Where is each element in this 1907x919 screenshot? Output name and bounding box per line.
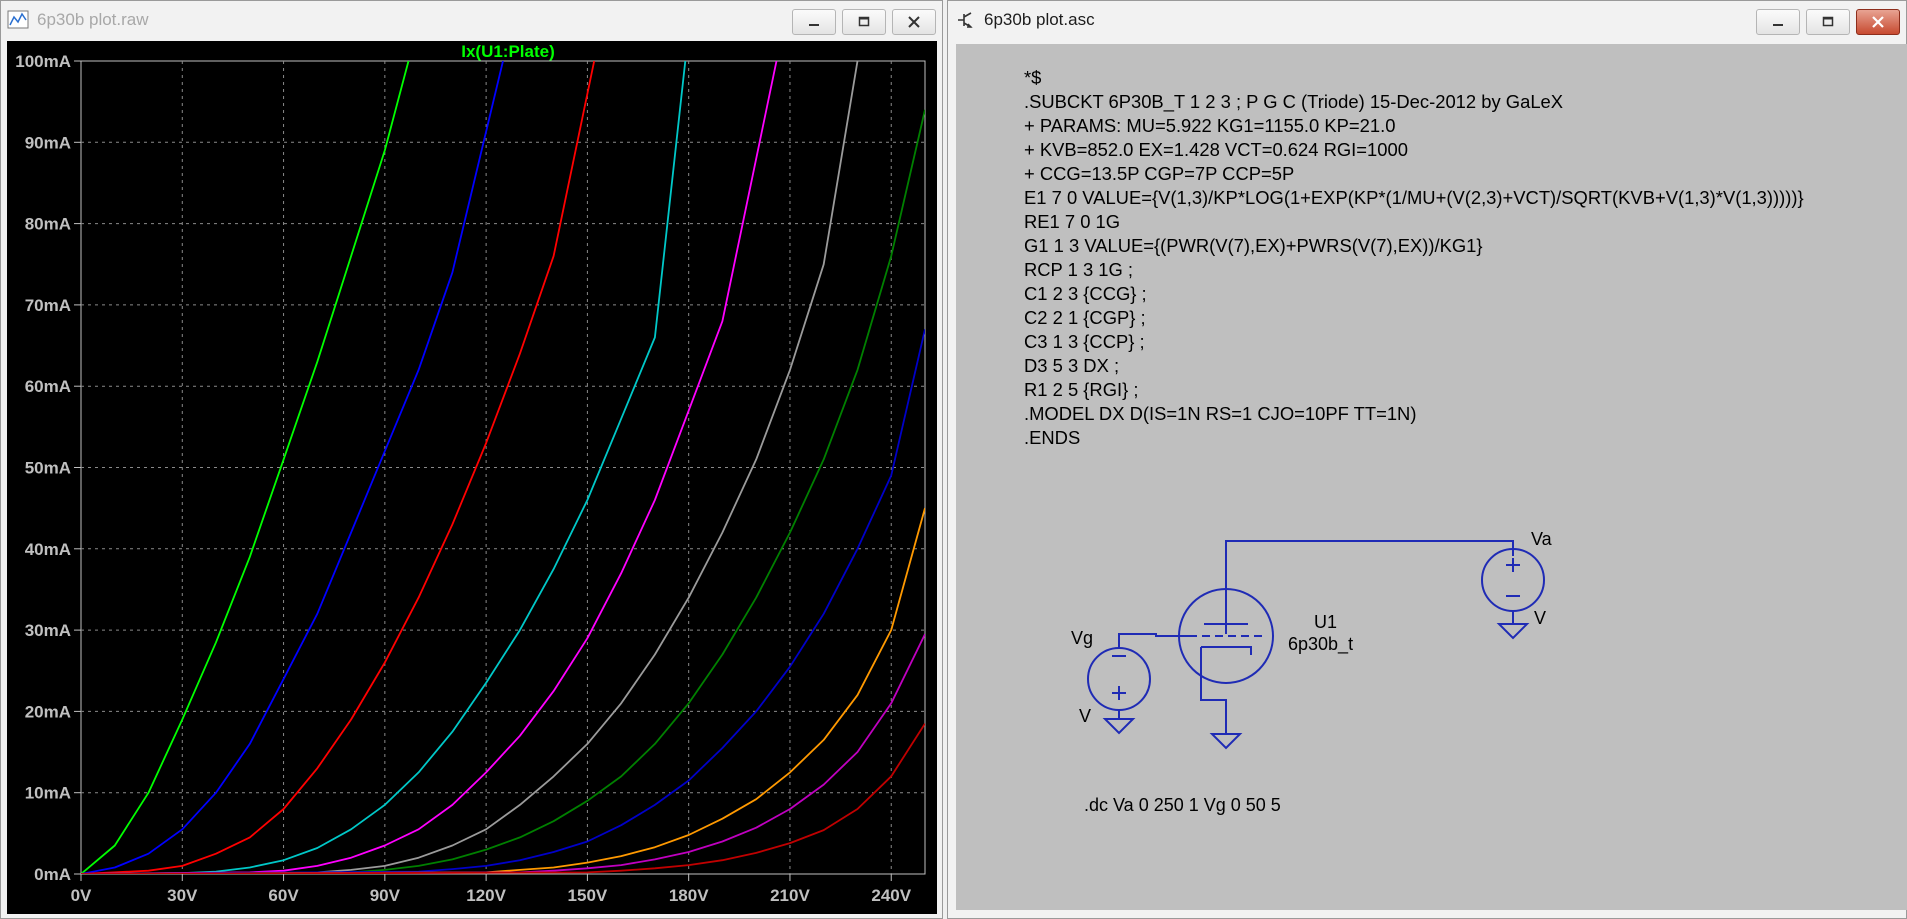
schematic-window[interactable]: 6p30b plot.asc *$ .SUBCKT 6P30B_T 1 2 3 … — [947, 0, 1907, 919]
series-line[interactable] — [81, 723, 925, 874]
u1-label: U1 — [1314, 612, 1338, 632]
plus-icon — [1506, 558, 1520, 572]
minimize-button[interactable] — [1756, 9, 1800, 35]
y-tick-label: 80mA — [25, 215, 71, 234]
close-icon — [1872, 16, 1884, 28]
x-tick-label: 90V — [370, 886, 401, 905]
plus-icon — [1112, 686, 1126, 700]
cathode-electrode — [1200, 646, 1252, 657]
minimize-icon — [809, 24, 819, 26]
x-tick-label: 240V — [871, 886, 911, 905]
spice-directive[interactable]: .dc Va 0 250 1 Vg 0 50 5 — [1084, 795, 1281, 816]
x-tick-label: 60V — [268, 886, 299, 905]
ground-icon — [1102, 718, 1136, 735]
series-line[interactable] — [81, 507, 925, 874]
y-tick-label: 10mA — [25, 784, 71, 803]
waveform-plot-icon — [7, 10, 29, 29]
schematic-window-title: 6p30b plot.asc — [984, 10, 1095, 29]
y-tick-label: 70mA — [25, 296, 71, 315]
x-tick-label: 150V — [568, 886, 608, 905]
plot-window-title: 6p30b plot.raw — [37, 10, 149, 29]
x-tick-label: 0V — [71, 886, 92, 905]
maximize-icon — [1822, 16, 1834, 27]
minimize-icon — [1773, 24, 1783, 26]
maximize-icon — [858, 16, 870, 27]
series-line[interactable] — [81, 109, 925, 874]
vg-value: V — [1079, 706, 1092, 726]
vg-source-symbol[interactable] — [1087, 647, 1151, 711]
y-tick-label: 90mA — [25, 133, 71, 152]
plot-area[interactable]: 0V 30V 60V 90V 120V 150V 180V 210V 240V 0mA 10mA 20… — [7, 41, 937, 914]
schematic-canvas[interactable]: *$ .SUBCKT 6P30B_T 1 2 3 ; P G C (Triode… — [956, 44, 1907, 910]
plot-window-controls — [792, 9, 936, 35]
schematic-icon — [958, 12, 973, 28]
wire[interactable] — [1225, 540, 1514, 634]
plate-current-chart[interactable]: 0V 30V 60V 90V 120V 150V 180V 210V 240V 0mA 10mA 20… — [7, 41, 937, 914]
x-tick-label: 120V — [466, 886, 506, 905]
ground-icon — [1209, 733, 1243, 750]
y-tick-label: 100mA — [15, 52, 71, 71]
maximize-button[interactable] — [1806, 9, 1850, 35]
ground-icon — [1496, 623, 1530, 640]
plot-window[interactable]: 6p30b plot.raw 0V 30V 60V 90V 120V 150V 180V 21… — [0, 0, 943, 919]
y-tick-label: 60mA — [25, 377, 71, 396]
va-label: Va — [1531, 529, 1552, 549]
y-tick-label: 20mA — [25, 702, 71, 721]
maximize-button[interactable] — [842, 9, 886, 35]
minimize-button[interactable] — [792, 9, 836, 35]
close-button[interactable] — [892, 9, 936, 35]
y-tick-label: 30mA — [25, 621, 71, 640]
y-tick-label: 40mA — [25, 540, 71, 559]
trace-label[interactable]: Ix(U1:Plate) — [461, 42, 555, 61]
close-icon — [908, 16, 920, 28]
x-tick-label: 180V — [669, 886, 709, 905]
close-button[interactable] — [1856, 9, 1900, 35]
x-tick-label: 210V — [770, 886, 810, 905]
schematic-window-controls — [1756, 9, 1900, 35]
wire[interactable] — [1200, 657, 1227, 734]
u1-model: 6p30b_t — [1288, 634, 1354, 654]
x-tick-label: 30V — [167, 886, 198, 905]
triode-schematic[interactable] — [956, 44, 1907, 910]
va-value: V — [1534, 608, 1547, 628]
y-tick-label: 0mA — [34, 865, 71, 884]
y-tick-label: 50mA — [25, 459, 71, 478]
vg-label: Vg — [1071, 628, 1094, 648]
